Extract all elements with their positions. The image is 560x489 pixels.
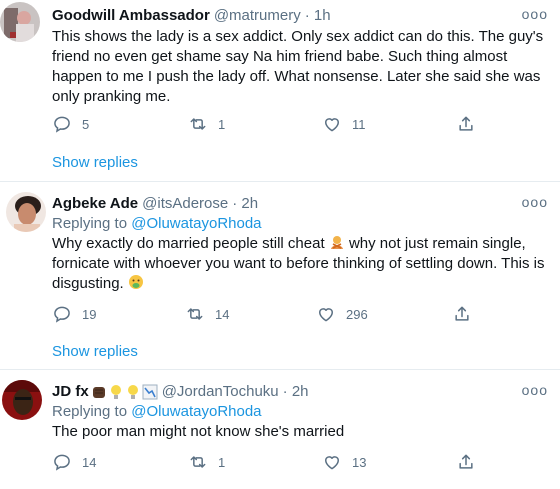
- woman-gesturing-no-emoji-icon: [330, 236, 343, 249]
- replying-to-label: Replying to: [52, 215, 132, 232]
- light-bulb-emoji-icon: [110, 385, 121, 399]
- chart-decreasing-emoji-icon: [142, 384, 158, 400]
- more-icon[interactable]: ooo: [522, 6, 548, 22]
- reply-button[interactable]: 5: [52, 114, 89, 134]
- avatar[interactable]: [2, 380, 42, 420]
- retweet-button[interactable]: 14: [185, 304, 229, 324]
- share-button[interactable]: [456, 452, 476, 472]
- fist-emoji-icon: [92, 387, 105, 398]
- more-icon[interactable]: ooo: [522, 382, 548, 398]
- retweet-button[interactable]: 1: [188, 452, 225, 472]
- share-button[interactable]: [456, 114, 476, 134]
- replying-to: Replying to @OluwatayoRhoda: [52, 402, 552, 422]
- like-count: 11: [352, 116, 366, 132]
- share-icon: [459, 116, 473, 131]
- retweet-button[interactable]: 1: [188, 114, 225, 134]
- reply-count: 5: [82, 116, 90, 132]
- reply-icon: [54, 116, 70, 133]
- tweet-text: This shows the lady is a sex addict. Onl…: [52, 28, 544, 105]
- retweet-count: 1: [218, 454, 226, 470]
- retweet-icon: [187, 308, 203, 320]
- like-icon: [319, 308, 333, 322]
- tweet-1[interactable]: Goodwill Ambassador @matrumery · 1h ooo …: [0, 0, 560, 180]
- avatar[interactable]: [0, 2, 40, 42]
- retweet-icon: [190, 456, 206, 468]
- mention-link[interactable]: @OluwatayoRhoda: [131, 215, 261, 232]
- replying-to-label: Replying to: [52, 403, 132, 420]
- show-replies-link[interactable]: Show replies: [52, 343, 138, 360]
- tweet-text-part1: Why exactly do married people still chea…: [52, 235, 325, 252]
- share-icon: [455, 306, 469, 321]
- share-icon: [459, 454, 473, 469]
- replying-to: Replying to @OluwatayoRhoda: [52, 214, 552, 234]
- handle[interactable]: @matrumery: [214, 6, 301, 26]
- like-count: 296: [346, 306, 368, 322]
- handle[interactable]: @JordanTochuku: [162, 382, 279, 402]
- like-button[interactable]: 296: [316, 304, 368, 324]
- like-button[interactable]: 13: [322, 452, 366, 472]
- retweet-count: 14: [215, 306, 230, 322]
- tweet-text: The poor man might not know she's marrie…: [52, 423, 345, 440]
- tweet-text: Why exactly do married people still chea…: [52, 234, 552, 294]
- like-button[interactable]: 11: [322, 114, 366, 134]
- retweet-icon: [190, 118, 206, 130]
- timestamp[interactable]: · 2h: [283, 382, 309, 402]
- like-icon: [325, 456, 339, 470]
- reply-count: 19: [82, 306, 97, 322]
- share-button[interactable]: [452, 304, 472, 324]
- timestamp[interactable]: · 2h: [232, 194, 258, 214]
- more-icon[interactable]: ooo: [522, 194, 548, 210]
- display-name[interactable]: JD fx: [52, 382, 89, 402]
- reply-button[interactable]: 14: [52, 452, 96, 472]
- avatar[interactable]: [6, 192, 46, 232]
- handle[interactable]: @itsAderose: [142, 194, 228, 214]
- like-icon: [325, 118, 339, 132]
- like-count: 13: [352, 454, 367, 470]
- reply-button[interactable]: 19: [52, 304, 96, 324]
- name-emoji-badges: [91, 384, 158, 400]
- tweet-3[interactable]: JD fx @JordanTochuku · 2h ooo Replying t…: [0, 370, 560, 489]
- reply-icon: [54, 454, 70, 471]
- retweet-count: 1: [218, 116, 226, 132]
- show-replies-link[interactable]: Show replies: [52, 154, 138, 171]
- nauseated-face-emoji-icon: [128, 275, 143, 289]
- light-bulb-emoji-icon: [127, 385, 138, 399]
- reply-icon: [54, 306, 70, 323]
- tweet-2[interactable]: Agbeke Ade @itsAderose · 2h ooo Replying…: [0, 182, 560, 367]
- timestamp[interactable]: · 1h: [305, 6, 331, 26]
- display-name[interactable]: Agbeke Ade: [52, 194, 138, 214]
- reply-count: 14: [82, 454, 97, 470]
- mention-link[interactable]: @OluwatayoRhoda: [131, 403, 261, 420]
- display-name[interactable]: Goodwill Ambassador: [52, 6, 210, 26]
